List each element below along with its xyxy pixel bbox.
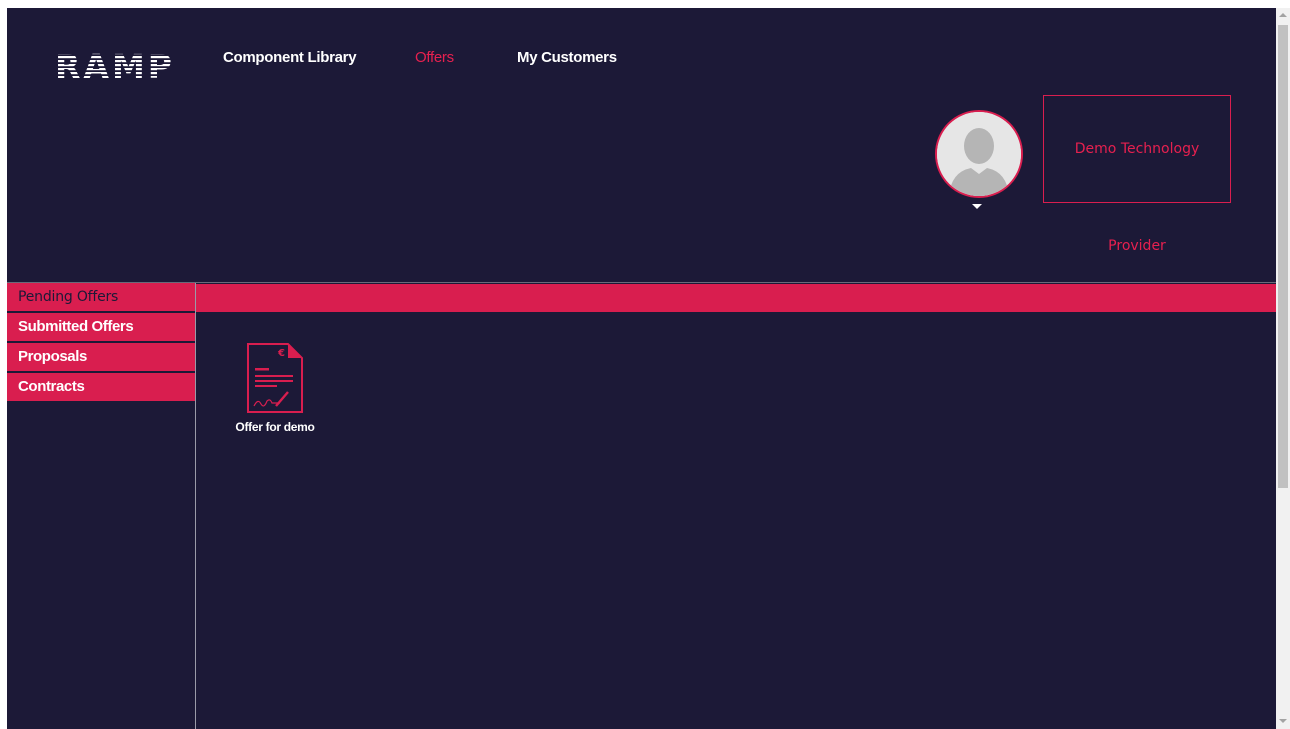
nav-offers[interactable]: Offers (415, 49, 454, 66)
scrollbar-thumb[interactable] (1278, 25, 1288, 488)
page-scrollbar[interactable] (1276, 8, 1290, 729)
company-name-box[interactable]: Demo Technology (1043, 95, 1231, 203)
scroll-up-arrow-icon[interactable] (1279, 13, 1287, 17)
sidebar-item-proposals[interactable]: Proposals (7, 343, 195, 371)
user-role: Provider (1108, 238, 1166, 254)
offer-document-icon: € (247, 343, 303, 413)
sidebar-item-contracts[interactable]: Contracts (7, 373, 195, 401)
user-silhouette-icon (937, 112, 1021, 196)
header: RAMP Component Library Offers My Custome… (7, 8, 1276, 283)
ramp-logo[interactable]: RAMP (53, 44, 173, 86)
content-header-bar (196, 284, 1276, 312)
nav-my-customers[interactable]: My Customers (517, 49, 617, 66)
offer-card[interactable]: € Offer for demo (227, 342, 323, 434)
sidebar-item-submitted-offers[interactable]: Submitted Offers (7, 313, 195, 341)
nav-component-library[interactable]: Component Library (223, 49, 357, 66)
scroll-down-arrow-icon[interactable] (1279, 719, 1287, 723)
avatar[interactable] (935, 110, 1023, 198)
offer-title: Offer for demo (235, 420, 315, 434)
sidebar: Pending Offers Submitted Offers Proposal… (7, 283, 196, 729)
company-name: Demo Technology (1074, 141, 1200, 157)
app-window: RAMP Component Library Offers My Custome… (7, 8, 1276, 729)
sidebar-item-pending-offers[interactable]: Pending Offers (7, 283, 195, 311)
account-dropdown-caret-icon[interactable] (972, 204, 982, 209)
svg-text:RAMP: RAMP (55, 47, 173, 86)
svg-text:€: € (277, 348, 285, 359)
